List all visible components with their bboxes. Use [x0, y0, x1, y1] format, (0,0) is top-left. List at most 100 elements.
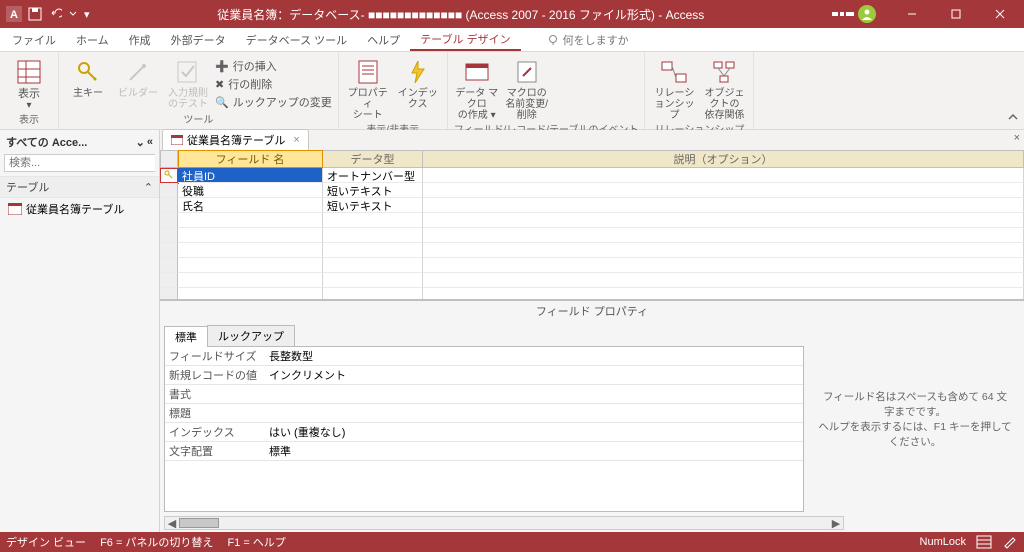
row-selector[interactable] — [160, 213, 178, 228]
row-selector[interactable] — [160, 198, 178, 213]
avatar[interactable] — [858, 5, 876, 23]
data-type-cell[interactable]: オートナンバー型 — [323, 168, 423, 183]
data-type-cell[interactable]: 短いテキスト — [323, 198, 423, 213]
prop-row[interactable]: インデックスはい (重複なし) — [165, 423, 803, 442]
nav-header[interactable]: すべての Acce... ⌄ « — [0, 130, 159, 154]
data-type-cell[interactable] — [323, 288, 423, 299]
data-type-cell[interactable] — [323, 213, 423, 228]
prop-tab-lookup[interactable]: ルックアップ — [207, 325, 295, 346]
tab-dbtools[interactable]: データベース ツール — [236, 28, 358, 51]
col-header-description[interactable]: 説明（オプション） — [423, 150, 1024, 168]
save-icon[interactable] — [28, 7, 42, 21]
prop-value[interactable]: 標準 — [265, 442, 803, 460]
table-row[interactable] — [160, 228, 1024, 243]
field-name-cell[interactable] — [178, 213, 323, 228]
row-selector[interactable] — [160, 288, 178, 299]
description-cell[interactable] — [423, 168, 1024, 183]
property-sheet-button[interactable]: プロパティ シート — [345, 56, 391, 121]
insert-row-button[interactable]: ➕行の挿入 — [215, 58, 332, 74]
table-row[interactable] — [160, 288, 1024, 299]
data-type-cell[interactable] — [323, 258, 423, 273]
nav-search[interactable]: 🔍 — [4, 154, 155, 172]
primary-key-button[interactable]: 主キー — [65, 56, 111, 99]
undo-icon[interactable] — [48, 7, 62, 21]
view-button[interactable]: 表示▾ — [6, 56, 52, 111]
view-datasheet-icon[interactable] — [976, 535, 992, 549]
nav-search-input[interactable] — [5, 155, 155, 171]
field-name-cell[interactable]: 氏名 — [178, 198, 323, 213]
data-type-cell[interactable]: 短いテキスト — [323, 183, 423, 198]
col-header-fieldname[interactable]: フィールド 名 — [178, 150, 323, 168]
scroll-right-icon[interactable]: ▶ — [829, 517, 843, 529]
prop-value[interactable]: インクリメント — [265, 366, 803, 384]
description-cell[interactable] — [423, 213, 1024, 228]
tab-home[interactable]: ホーム — [66, 28, 119, 51]
table-row[interactable] — [160, 258, 1024, 273]
data-type-cell[interactable] — [323, 228, 423, 243]
prop-value[interactable]: はい (重複なし) — [265, 423, 803, 441]
document-tab[interactable]: 従業員名簿テーブル × — [162, 129, 309, 150]
prop-value[interactable] — [265, 385, 803, 403]
prop-row[interactable]: 書式 — [165, 385, 803, 404]
row-selector[interactable] — [160, 168, 178, 183]
scroll-thumb[interactable] — [179, 518, 219, 528]
field-name-cell[interactable] — [178, 243, 323, 258]
table-row[interactable] — [160, 273, 1024, 288]
data-type-cell[interactable] — [323, 273, 423, 288]
field-name-cell[interactable] — [178, 288, 323, 299]
col-header-datatype[interactable]: データ型 — [323, 150, 423, 168]
field-name-cell[interactable] — [178, 228, 323, 243]
table-row[interactable] — [160, 243, 1024, 258]
scroll-left-icon[interactable]: ◀ — [165, 517, 179, 529]
qat-overflow-icon[interactable] — [68, 7, 78, 21]
data-type-cell[interactable] — [323, 243, 423, 258]
object-deps-button[interactable]: オブジェクトの 依存関係 — [701, 56, 747, 121]
description-cell[interactable] — [423, 183, 1024, 198]
prop-grid[interactable]: フィールドサイズ長整数型新規レコードの値インクリメント書式標題インデックスはい … — [164, 347, 804, 512]
description-cell[interactable] — [423, 273, 1024, 288]
tab-file[interactable]: ファイル — [2, 28, 66, 51]
tab-external[interactable]: 外部データ — [161, 28, 236, 51]
table-row[interactable] — [160, 213, 1024, 228]
select-all-header[interactable] — [160, 150, 178, 168]
description-cell[interactable] — [423, 228, 1024, 243]
view-design-icon[interactable] — [1002, 535, 1018, 549]
nav-section-tables[interactable]: テーブル ⌃ — [0, 176, 159, 198]
description-cell[interactable] — [423, 258, 1024, 273]
table-design-grid[interactable]: フィールド 名 データ型 説明（オプション） 社員IDオートナンバー型役職短いテ… — [160, 150, 1024, 300]
field-name-cell[interactable]: 役職 — [178, 183, 323, 198]
data-macros-button[interactable]: データ マクロ の作成 ▾ — [454, 56, 500, 121]
user-indicator[interactable] — [832, 5, 880, 23]
prop-row[interactable]: 新規レコードの値インクリメント — [165, 366, 803, 385]
tab-create[interactable]: 作成 — [119, 28, 161, 51]
delete-row-button[interactable]: ✖行の削除 — [215, 76, 332, 92]
nav-item-table[interactable]: 従業員名簿テーブル — [0, 198, 159, 220]
row-selector[interactable] — [160, 228, 178, 243]
prop-tab-general[interactable]: 標準 — [164, 326, 208, 347]
row-selector[interactable] — [160, 183, 178, 198]
row-selector[interactable] — [160, 273, 178, 288]
close-all-icon[interactable]: × — [1014, 132, 1020, 144]
field-name-cell[interactable] — [178, 258, 323, 273]
prop-value[interactable]: 長整数型 — [265, 347, 803, 365]
horizontal-scrollbar[interactable]: ◀ ▶ — [164, 516, 844, 530]
row-selector[interactable] — [160, 243, 178, 258]
shutter-icon[interactable]: « — [147, 136, 153, 148]
row-selector[interactable] — [160, 258, 178, 273]
table-row[interactable]: 役職短いテキスト — [160, 183, 1024, 198]
relationships-button[interactable]: リレーションシップ — [651, 56, 697, 121]
table-row[interactable]: 社員IDオートナンバー型 — [160, 168, 1024, 183]
modify-lookup-button[interactable]: 🔍ルックアップの変更 — [215, 94, 332, 110]
close-button[interactable] — [980, 0, 1020, 28]
prop-row[interactable]: 文字配置標準 — [165, 442, 803, 461]
prop-row[interactable]: フィールドサイズ長整数型 — [165, 347, 803, 366]
tell-me[interactable]: 何をしますか — [547, 28, 629, 51]
tab-help[interactable]: ヘルプ — [357, 28, 410, 51]
indexes-button[interactable]: インデックス — [395, 56, 441, 110]
minimize-button[interactable] — [892, 0, 932, 28]
maximize-button[interactable] — [936, 0, 976, 28]
prop-value[interactable] — [265, 404, 803, 422]
field-name-cell[interactable] — [178, 273, 323, 288]
description-cell[interactable] — [423, 198, 1024, 213]
prop-row[interactable]: 標題 — [165, 404, 803, 423]
